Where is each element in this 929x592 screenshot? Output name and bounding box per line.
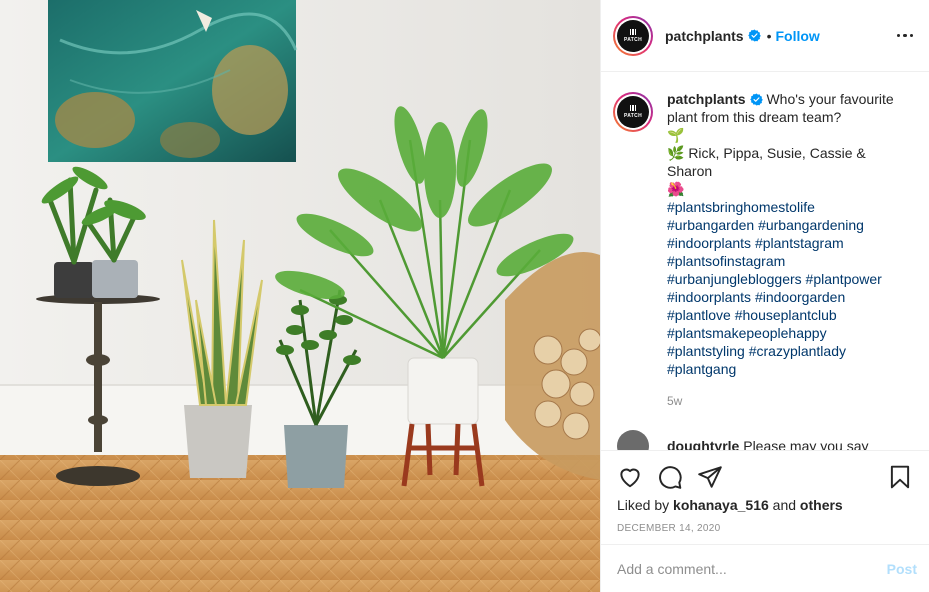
bookmark-icon[interactable] — [887, 464, 913, 490]
hashtag-line[interactable]: #urbanjunglebloggers #plantpower — [667, 270, 907, 288]
comment-text: doughtyrle Please may you say — [667, 438, 869, 450]
caption-plant-names: 🌿 Rick, Pippa, Susie, Cassie & Sharon — [667, 145, 866, 179]
commenter-username[interactable]: doughtyrle — [667, 438, 739, 450]
comments-section[interactable]: PATCH patchplants Who's your favourite p… — [601, 72, 929, 450]
plants-photo-illustration — [0, 0, 600, 592]
caption-age[interactable]: 5w — [667, 392, 907, 410]
caption-username[interactable]: patchplants — [667, 91, 746, 107]
post-sidebar: PATCH patchplants • Follow PATCH patchpl… — [600, 0, 929, 592]
caption-author-avatar[interactable]: PATCH — [613, 92, 653, 132]
hashtag-line[interactable]: #urbangarden #urbangardening — [667, 216, 907, 234]
seedling-emoji: 🌱 — [667, 127, 685, 143]
post-header: PATCH patchplants • Follow — [601, 0, 929, 72]
verified-badge-icon — [747, 29, 761, 42]
hashtag-line[interactable]: #plantstyling #crazyplantlady — [667, 342, 907, 360]
add-comment-bar: Post — [601, 544, 929, 592]
liked-by-others[interactable]: others — [800, 497, 843, 513]
more-options-icon[interactable] — [896, 33, 913, 38]
follow-button[interactable]: Follow — [775, 28, 819, 44]
comment-item: doughtyrle Please may you say — [613, 430, 913, 450]
action-icons — [617, 451, 913, 499]
post-comment-button[interactable]: Post — [887, 561, 917, 577]
avatar-logo-text: PATCH — [624, 36, 642, 43]
instagram-post: PATCH patchplants • Follow PATCH patchpl… — [0, 0, 929, 592]
liked-by-user[interactable]: kohanaya_516 — [673, 497, 769, 513]
hashtag-line[interactable]: #indoorplants #plantstagram — [667, 234, 907, 252]
comment-bubble-icon[interactable] — [657, 464, 683, 490]
verified-badge-icon — [749, 93, 763, 106]
separator-dot: • — [766, 27, 772, 44]
liked-by-and: and — [772, 497, 797, 513]
hashtag-line[interactable]: #plantlove #houseplantclub — [667, 306, 907, 324]
post-photo[interactable] — [0, 0, 600, 592]
author-username[interactable]: patchplants — [665, 28, 744, 44]
hibiscus-emoji: 🌺 — [667, 181, 685, 197]
comment-input[interactable] — [617, 560, 887, 577]
liked-by-summary: Liked by kohanaya_516 and others — [617, 497, 913, 513]
hashtag-line[interactable]: #plantgang — [667, 360, 907, 378]
comment-body: Please may you say — [743, 438, 869, 450]
hashtag-line[interactable]: #plantsmakepeoplehappy — [667, 324, 907, 342]
paper-plane-icon[interactable] — [697, 464, 723, 490]
post-caption: PATCH patchplants Who's your favourite p… — [613, 90, 913, 410]
hashtag-line[interactable]: #indoorplants #indoorgarden — [667, 288, 907, 306]
hashtag-line[interactable]: #plantsofinstagram — [667, 252, 907, 270]
commenter-avatar[interactable] — [617, 430, 649, 450]
hashtag-line[interactable]: #plantsbringhomestolife — [667, 198, 907, 216]
avatar-logo-text: PATCH — [624, 113, 642, 119]
liked-by-prefix: Liked by — [617, 497, 670, 513]
post-date[interactable]: DECEMBER 14, 2020 — [617, 523, 913, 534]
post-actions: Liked by kohanaya_516 and others DECEMBE… — [601, 450, 929, 592]
heart-icon[interactable] — [617, 464, 643, 490]
caption-text: patchplants Who's your favourite plant f… — [667, 90, 907, 410]
author-avatar[interactable]: PATCH — [613, 15, 653, 56]
